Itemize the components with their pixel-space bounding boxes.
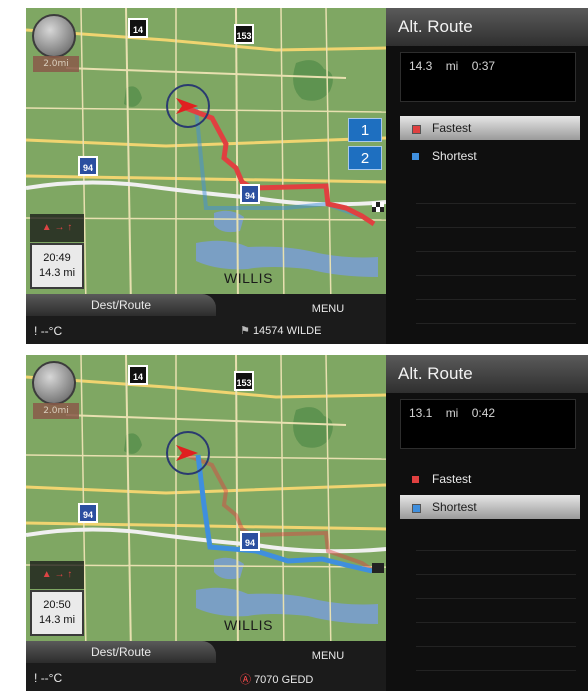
road-shield-94: 94	[78, 503, 98, 523]
road-shield-94: 94	[78, 156, 98, 176]
next-turn-icon: ▲ → ↑	[30, 561, 84, 589]
bottom-bar: Dest/Route MENU ! --°C ⚑ 14574 WILDE	[26, 294, 386, 344]
destination-address: Ⓐ 7070 GEDD	[240, 671, 313, 687]
route-option-fastest[interactable]: Fastest	[400, 116, 580, 140]
nav-screen-shortest: 2.0mi 14 153 94 94 ▲ → ↑ 20:50 14.3 mi W…	[26, 355, 588, 691]
callout-badge-1: 1	[348, 118, 382, 142]
road-shield-94: 94	[240, 184, 260, 204]
temperature-readout: ! --°C	[34, 324, 62, 338]
lake-area	[214, 210, 244, 233]
map-scale: 2.0mi	[33, 56, 79, 72]
route-option-shortest[interactable]: Shortest	[400, 495, 580, 519]
route-option-label: Fastest	[432, 472, 472, 486]
flag-icon: ⚑	[240, 325, 250, 337]
alt-route-panel: Alt. Route 13.1 mi 0:42 Fastest Shortest	[386, 355, 588, 691]
destination-flag	[372, 563, 384, 573]
lake-area	[214, 557, 244, 580]
map-view[interactable]: 2.0mi 14 153 94 94 ▲ → ↑ 20:49 14.3 mi W…	[26, 8, 386, 308]
bottom-bar: Dest/Route MENU ! --°C Ⓐ 7070 GEDD	[26, 641, 386, 691]
map-scale: 2.0mi	[33, 403, 79, 419]
route-option-shortest[interactable]: Shortest	[400, 144, 580, 168]
route-option-label: Shortest	[432, 500, 477, 514]
menu-button[interactable]: MENU	[278, 302, 378, 316]
empty-list-rows	[416, 180, 576, 330]
road-shield-153: 153	[234, 371, 254, 391]
route-fastest-line	[185, 453, 376, 573]
road-shield-94: 94	[240, 531, 260, 551]
next-turn-icon: ▲ → ↑	[30, 214, 84, 242]
panel-title: Alt. Route	[386, 8, 588, 46]
address-text: 14574 WILDE	[252, 325, 322, 337]
route-duration: 0:37	[471, 59, 496, 73]
route-summary: 14.3 mi 0:37	[400, 52, 576, 102]
nav-screen-fastest: 2.0mi 14 153 94 94 ▲ → ↑ 20:49 14.3 mi W…	[26, 8, 588, 344]
route-summary: 13.1 mi 0:42	[400, 399, 576, 449]
road-shield-14: 14	[128, 365, 148, 385]
route-option-fastest[interactable]: Fastest	[400, 467, 580, 491]
eta-distance: 14.3 mi	[38, 267, 76, 279]
compass-icon[interactable]	[32, 361, 76, 405]
eta-time: 20:49	[43, 252, 71, 264]
temperature-readout: ! --°C	[34, 671, 62, 685]
route-color-icon	[412, 125, 421, 134]
address-text: 7070 GEDD	[254, 674, 314, 686]
route-duration: 0:42	[471, 406, 496, 420]
route-color-icon	[412, 476, 419, 483]
place-label: WILLIS	[224, 270, 273, 286]
eta-box: 20:49 14.3 mi	[30, 243, 84, 289]
road-shield-153: 153	[234, 24, 254, 44]
road-shield-14: 14	[128, 18, 148, 38]
compass-icon[interactable]	[32, 14, 76, 58]
temperature-value: --°C	[40, 324, 63, 338]
dest-route-button[interactable]: Dest/Route	[26, 294, 216, 316]
route-option-label: Shortest	[432, 149, 477, 163]
thermometer-icon: !	[34, 324, 38, 338]
callout-badge-2: 2	[348, 146, 382, 170]
place-label: WILLIS	[224, 617, 273, 633]
eta-box: 20:50 14.3 mi	[30, 590, 84, 636]
destination-address: ⚑ 14574 WILDE	[240, 324, 321, 337]
route-color-icon	[412, 153, 419, 160]
temperature-value: --°C	[40, 671, 63, 685]
alt-route-panel: Alt. Route 14.3 mi 0:37 Fastest Shortest	[386, 8, 588, 344]
destination-pin-icon: Ⓐ	[240, 674, 251, 686]
eta-distance: 14.3 mi	[38, 614, 76, 626]
route-distance: 14.3 mi	[409, 59, 459, 73]
panel-title: Alt. Route	[386, 355, 588, 393]
dest-route-button[interactable]: Dest/Route	[26, 641, 216, 663]
thermometer-icon: !	[34, 671, 38, 685]
route-shortest-line	[195, 454, 373, 574]
route-distance: 13.1 mi	[409, 406, 459, 420]
menu-button[interactable]: MENU	[278, 649, 378, 663]
route-color-icon	[412, 504, 421, 513]
route-option-label: Fastest	[432, 121, 472, 135]
empty-list-rows	[416, 527, 576, 677]
map-view[interactable]: 2.0mi 14 153 94 94 ▲ → ↑ 20:50 14.3 mi W…	[26, 355, 386, 655]
eta-time: 20:50	[43, 599, 71, 611]
